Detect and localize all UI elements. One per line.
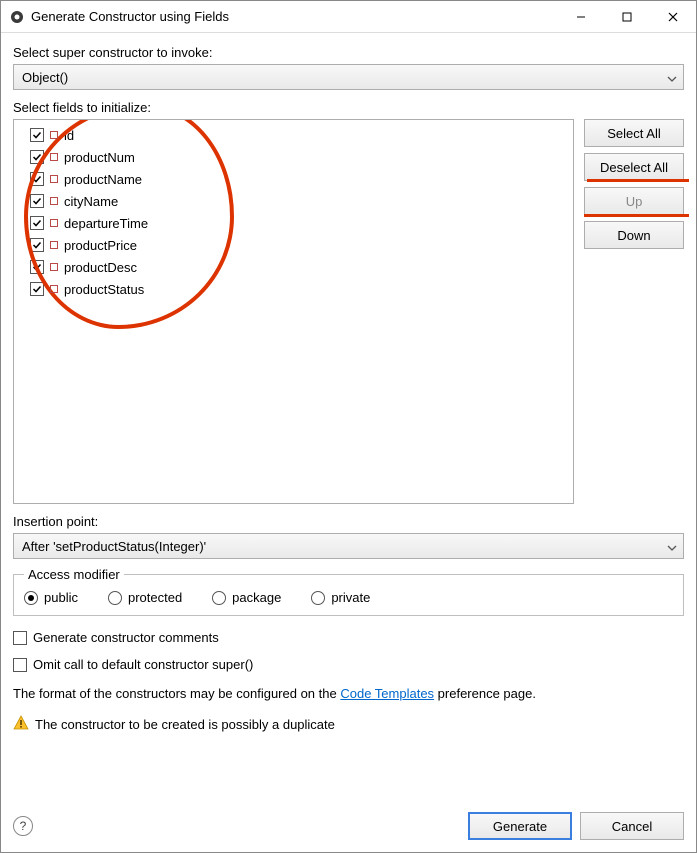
field-name: productPrice	[64, 238, 137, 253]
field-name: productStatus	[64, 282, 144, 297]
insertion-point-value: After 'setProductStatus(Integer)'	[22, 539, 206, 554]
radio-package-label: package	[232, 590, 281, 605]
dialog-footer: ? Generate Cancel	[13, 798, 684, 840]
field-item[interactable]: productPrice	[20, 234, 567, 256]
field-checkbox[interactable]	[30, 216, 44, 230]
field-name: productName	[64, 172, 142, 187]
field-item[interactable]: productName	[20, 168, 567, 190]
hint-post: preference page.	[434, 686, 536, 701]
minimize-button[interactable]	[558, 1, 604, 33]
field-item[interactable]: productDesc	[20, 256, 567, 278]
field-checkbox[interactable]	[30, 194, 44, 208]
maximize-button[interactable]	[604, 1, 650, 33]
select-all-button[interactable]: Select All	[584, 119, 684, 147]
warning-icon	[13, 715, 29, 734]
field-checkbox[interactable]	[30, 282, 44, 296]
warning-line: The constructor to be created is possibl…	[13, 715, 684, 734]
field-item[interactable]: id	[20, 124, 567, 146]
dialog-content: Select super constructor to invoke: Obje…	[1, 33, 696, 852]
field-item[interactable]: productNum	[20, 146, 567, 168]
field-icon	[50, 219, 58, 227]
radio-public-label: public	[44, 590, 78, 605]
field-icon	[50, 131, 58, 139]
field-name: id	[64, 128, 74, 143]
field-icon	[50, 285, 58, 293]
field-icon	[50, 197, 58, 205]
super-constructor-value: Object()	[22, 70, 68, 85]
field-item[interactable]: cityName	[20, 190, 567, 212]
radio-public[interactable]	[24, 591, 38, 605]
dialog-window: Generate Constructor using Fields Select…	[0, 0, 697, 853]
checkbox-generate-comments-label: Generate constructor comments	[33, 630, 219, 645]
field-name: departureTime	[64, 216, 148, 231]
field-item[interactable]: departureTime	[20, 212, 567, 234]
close-button[interactable]	[650, 1, 696, 33]
label-select-fields: Select fields to initialize:	[13, 100, 684, 115]
field-name: cityName	[64, 194, 118, 209]
up-button[interactable]: Up	[584, 187, 684, 215]
field-checkbox[interactable]	[30, 128, 44, 142]
field-checkbox[interactable]	[30, 238, 44, 252]
field-checkbox[interactable]	[30, 260, 44, 274]
field-icon	[50, 175, 58, 183]
field-item[interactable]: productStatus	[20, 278, 567, 300]
app-icon	[9, 9, 25, 25]
window-title: Generate Constructor using Fields	[31, 9, 229, 24]
radio-package[interactable]	[212, 591, 226, 605]
cancel-button[interactable]: Cancel	[580, 812, 684, 840]
label-insertion-point: Insertion point:	[13, 514, 684, 529]
checkbox-generate-comments[interactable]	[13, 631, 27, 645]
warning-text: The constructor to be created is possibl…	[35, 717, 335, 732]
field-name: productNum	[64, 150, 135, 165]
hint-pre: The format of the constructors may be co…	[13, 686, 340, 701]
field-icon	[50, 263, 58, 271]
hint-text: The format of the constructors may be co…	[13, 686, 684, 701]
radio-private[interactable]	[311, 591, 325, 605]
chevron-down-icon	[667, 70, 677, 85]
title-bar: Generate Constructor using Fields	[1, 1, 696, 33]
fields-list[interactable]: id productNum productName cityName departure…	[13, 119, 574, 504]
chevron-down-icon	[667, 539, 677, 554]
help-button[interactable]: ?	[13, 816, 33, 836]
field-icon	[50, 153, 58, 161]
checkbox-omit-super-label: Omit call to default constructor super()	[33, 657, 253, 672]
radio-private-label: private	[331, 590, 370, 605]
label-select-super: Select super constructor to invoke:	[13, 45, 684, 60]
radio-protected-label: protected	[128, 590, 182, 605]
deselect-all-button[interactable]: Deselect All	[584, 153, 684, 181]
access-modifier-legend: Access modifier	[24, 567, 124, 582]
access-modifier-group: Access modifier public protected package…	[13, 567, 684, 616]
checkbox-omit-super[interactable]	[13, 658, 27, 672]
generate-button[interactable]: Generate	[468, 812, 572, 840]
insertion-point-combo[interactable]: After 'setProductStatus(Integer)'	[13, 533, 684, 559]
side-buttons: Select All Deselect All Up Down	[584, 119, 684, 504]
field-checkbox[interactable]	[30, 172, 44, 186]
field-name: productDesc	[64, 260, 137, 275]
radio-protected[interactable]	[108, 591, 122, 605]
field-checkbox[interactable]	[30, 150, 44, 164]
super-constructor-combo[interactable]: Object()	[13, 64, 684, 90]
down-button[interactable]: Down	[584, 221, 684, 249]
field-icon	[50, 241, 58, 249]
code-templates-link[interactable]: Code Templates	[340, 686, 434, 701]
